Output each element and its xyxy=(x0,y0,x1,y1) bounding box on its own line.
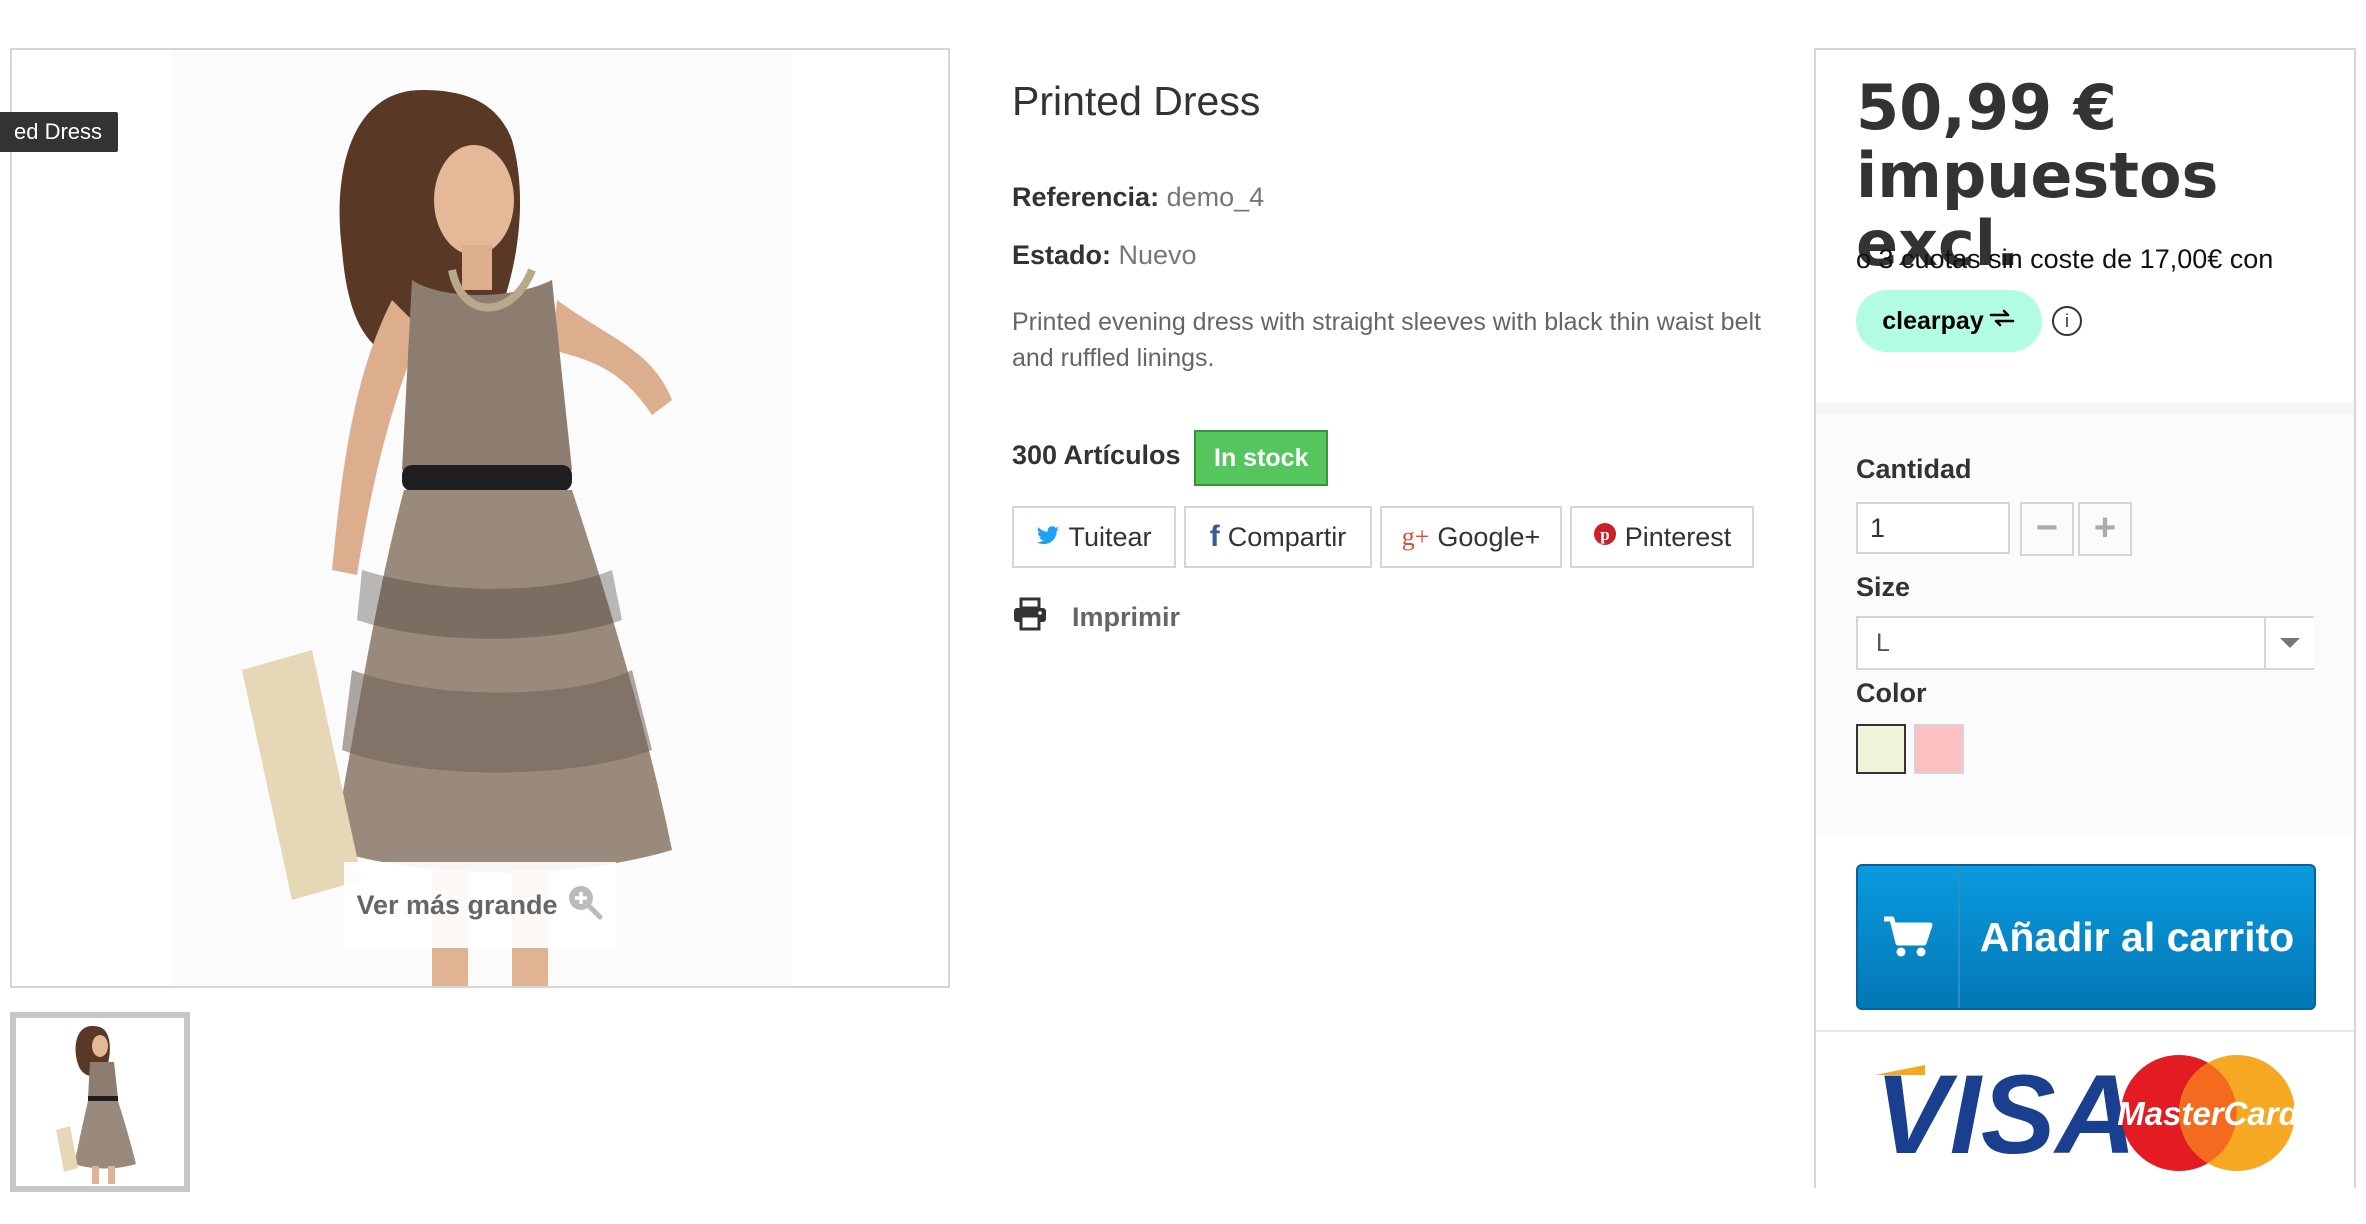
product-description: Printed evening dress with straight slee… xyxy=(1012,308,1761,372)
condition-label: Estado: xyxy=(1012,240,1112,270)
clearpay-label: clearpay xyxy=(1882,306,1984,335)
google-plus-icon: g+ xyxy=(1401,522,1430,551)
pinterest-icon: p xyxy=(1593,522,1617,553)
color-label: Color xyxy=(1856,678,1927,708)
quantity-label: Cantidad xyxy=(1856,454,1972,484)
condition-row: Estado: Nuevo xyxy=(1012,240,1197,271)
color-swatch-pink[interactable] xyxy=(1914,724,1964,774)
pinterest-label: Pinterest xyxy=(1624,521,1732,552)
condition-value: Nuevo xyxy=(1118,240,1197,270)
add-to-cart-label: Añadir al carrito xyxy=(1979,914,2295,960)
reference-row: Referencia: demo_4 xyxy=(1012,182,1264,213)
stock-status-badge: In stock xyxy=(1194,430,1329,486)
print-label: Imprimir xyxy=(1072,602,1181,632)
visa-mastercard-logo: VISA MasterCard xyxy=(1875,1052,2300,1175)
options-spacer xyxy=(1816,834,2354,864)
size-label: Size xyxy=(1856,572,1911,602)
price-divider xyxy=(1816,402,2354,414)
color-swatch-beige[interactable] xyxy=(1856,724,1906,774)
installments-text: o 3 cuotas sin coste de 17,00€ con xyxy=(1856,244,2274,274)
view-larger-label: Ver más grande xyxy=(356,889,558,920)
quantity-increase-button[interactable]: + xyxy=(2078,502,2132,556)
twitter-label: Tuitear xyxy=(1068,521,1152,552)
twitter-icon xyxy=(1036,522,1060,553)
product-main-image[interactable] xyxy=(10,48,950,988)
size-select[interactable]: L xyxy=(1856,616,2314,670)
printer-icon xyxy=(1012,596,1048,639)
zoom-in-icon xyxy=(566,883,604,928)
add-to-cart-button[interactable]: Añadir al carrito xyxy=(1856,864,2316,1010)
facebook-icon: f xyxy=(1209,520,1220,553)
svg-text:p: p xyxy=(1600,525,1609,544)
view-larger-button[interactable]: Ver más grande xyxy=(344,862,616,948)
reference-value: demo_4 xyxy=(1166,182,1265,212)
mastercard-logo-text: MasterCard xyxy=(2117,1095,2299,1132)
reference-label: Referencia: xyxy=(1012,182,1160,212)
cart-icon xyxy=(1858,866,1960,1008)
twitter-button[interactable]: Tuitear xyxy=(1012,506,1176,568)
dress-photo xyxy=(12,50,948,986)
info-icon[interactable]: i xyxy=(2052,306,2082,336)
product-title: Printed Dress xyxy=(1012,78,1261,124)
google-plus-button[interactable]: g+ Google+ xyxy=(1380,506,1562,568)
quantity-input[interactable]: 1 xyxy=(1856,502,2010,554)
quantity-decrease-button[interactable]: − xyxy=(2020,502,2074,556)
product-thumbnail[interactable] xyxy=(10,1012,190,1192)
print-link[interactable]: Imprimir xyxy=(1012,596,1180,639)
clearpay-badge[interactable]: clearpay xyxy=(1856,290,2042,352)
pinterest-button[interactable]: p Pinterest xyxy=(1570,506,1754,568)
dress-thumbnail-photo xyxy=(16,1018,184,1186)
facebook-share-button[interactable]: f Compartir xyxy=(1184,506,1372,568)
google-plus-label: Google+ xyxy=(1437,521,1541,552)
payment-cards: VISA MasterCard xyxy=(1816,1030,2354,1188)
clearpay-arrows-icon xyxy=(1988,307,2016,336)
stock-quantity: 300 Artículos xyxy=(1012,440,1181,470)
chevron-down-icon[interactable] xyxy=(2264,618,2314,668)
facebook-label: Compartir xyxy=(1227,521,1347,552)
image-title-tag: ed Dress xyxy=(0,112,119,152)
